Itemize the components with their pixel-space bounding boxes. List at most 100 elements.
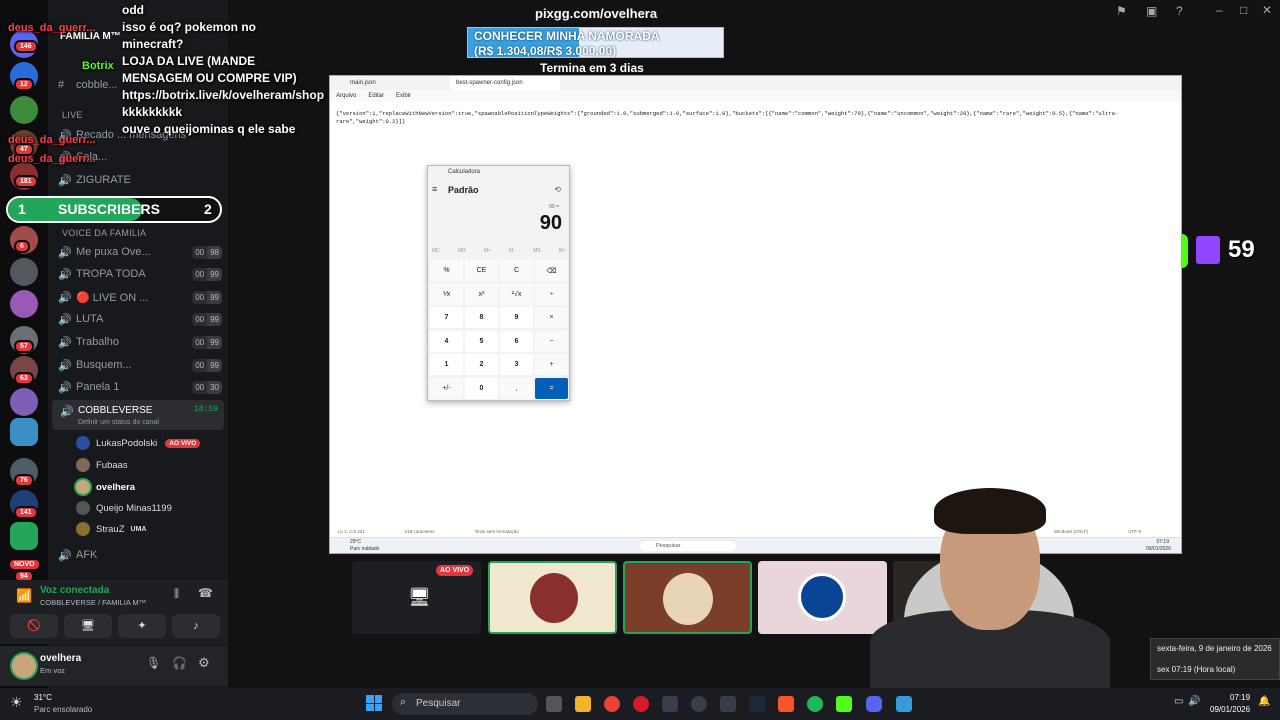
voice-channel-afk[interactable]: 🔊 AFK	[58, 545, 222, 565]
calc-key[interactable]: 2	[465, 354, 498, 375]
calc-key[interactable]: 7	[430, 307, 463, 328]
category-live[interactable]: LIVE	[62, 110, 83, 120]
calc-key[interactable]: ²√x	[500, 283, 533, 305]
calc-key[interactable]: 0	[465, 377, 498, 399]
notepad-icon[interactable]	[896, 696, 912, 712]
voice-path[interactable]: COBBLEVERSE / FAMILIA M™	[40, 598, 146, 607]
calc-key[interactable]: 4	[430, 330, 463, 352]
voice-channel[interactable]: 🔊 Me puxa Ove... 00 98	[58, 242, 222, 262]
minimize-icon[interactable]: –	[1216, 3, 1223, 17]
memory-button[interactable]: MS	[533, 248, 541, 256]
gear-icon[interactable]: ⚙	[198, 655, 210, 671]
channel-status[interactable]: Definir um status do canal	[78, 419, 159, 426]
calc-key[interactable]: CE	[465, 260, 498, 281]
server-icon[interactable]	[10, 388, 38, 416]
tab-spawner-config[interactable]: best-spawner-config.json	[450, 76, 560, 90]
calc-key[interactable]: C	[500, 260, 533, 281]
steam-icon[interactable]	[749, 696, 765, 712]
notepad-content[interactable]: {"version":1,"replaceWithNewVersion":tru…	[330, 102, 1181, 134]
menu-edit[interactable]: Editar	[368, 93, 384, 99]
obs-icon[interactable]	[691, 696, 707, 712]
calc-key[interactable]: +/-	[430, 377, 463, 399]
voice-channel[interactable]: 🔊 TROPA TODA 00 99	[58, 264, 222, 284]
search-input[interactable]: Pesquisar	[640, 541, 736, 551]
voice-channel[interactable]: 🔊 Busquem... 00 99	[58, 355, 222, 375]
taskbar-date[interactable]: 09/01/2026	[1210, 705, 1250, 714]
category-voice[interactable]: VOICE DA FAMILIA	[62, 228, 146, 238]
task-view-icon[interactable]	[546, 696, 562, 712]
calc-key[interactable]: %	[430, 260, 463, 281]
hamburger-icon[interactable]: ≡	[432, 184, 437, 194]
file-explorer-icon[interactable]	[575, 696, 591, 712]
calc-key[interactable]: x²	[465, 283, 498, 305]
app-icon[interactable]	[720, 696, 736, 712]
noise-icon[interactable]: ⫼	[174, 588, 179, 601]
memory-button[interactable]: MC	[432, 248, 440, 256]
calc-key[interactable]: 8	[465, 307, 498, 328]
memory-button[interactable]: M+	[484, 248, 491, 256]
opera-icon[interactable]	[633, 696, 649, 712]
voice-user[interactable]: LukasPodolski AO VIVO	[76, 433, 201, 453]
notification-icon[interactable]: 🔔	[1258, 696, 1270, 707]
voice-channel[interactable]: 🔊 LUTA 00 99	[58, 309, 222, 329]
active-voice-channel[interactable]: 🔊 COBBLEVERSE 18:59 Definir um status do…	[52, 400, 224, 430]
headphones-icon[interactable]: 🎧	[172, 656, 187, 670]
menu-file[interactable]: Arquivo	[336, 93, 356, 99]
calc-key[interactable]: 6	[500, 330, 533, 352]
menu-view[interactable]: Exibir	[396, 93, 411, 99]
calc-key[interactable]: 5	[465, 330, 498, 352]
voice-user[interactable]: ovelhera	[76, 477, 135, 497]
calc-key[interactable]: ⌫	[535, 260, 568, 281]
voice-channel[interactable]: 🔊 Trabalho 00 99	[58, 332, 222, 352]
screen-share-tile[interactable]: 🖥 AO VIVO	[352, 561, 481, 634]
calc-key[interactable]: 9	[500, 307, 533, 328]
kick-icon[interactable]	[836, 696, 852, 712]
user-video-tile[interactable]	[623, 561, 752, 634]
server-icon[interactable]	[10, 418, 38, 446]
start-icon[interactable]	[366, 695, 382, 711]
voice-user[interactable]: Queijo Minas1199	[76, 498, 172, 518]
memory-button[interactable]: MR	[458, 248, 466, 256]
calc-key[interactable]: =	[535, 377, 568, 399]
server-icon[interactable]	[10, 258, 38, 286]
voice-user[interactable]: StrauZ UMA	[76, 519, 146, 539]
discord-icon[interactable]	[866, 696, 882, 712]
voice-user[interactable]: Fubaas	[76, 455, 128, 475]
disconnect-icon[interactable]: ☎	[198, 586, 213, 600]
volume-icon[interactable]: 🔊	[1188, 696, 1200, 707]
voice-channel[interactable]: 🔊 Panela 1 00 30	[58, 377, 222, 397]
help-icon[interactable]: ?	[1176, 4, 1183, 18]
inbox-icon[interactable]: ▣	[1146, 4, 1157, 18]
calc-key[interactable]: ⅟x	[430, 283, 463, 305]
brave-icon[interactable]	[778, 696, 794, 712]
microphone-icon[interactable]: 🎙	[146, 656, 161, 670]
calc-key[interactable]: ×	[535, 307, 568, 328]
spotify-icon[interactable]	[807, 696, 823, 712]
voice-channel[interactable]: 🔊 🔴 LIVE ON ... 00 99	[58, 287, 222, 307]
server-icon[interactable]	[10, 96, 38, 124]
taskbar-time[interactable]: 07:19	[1230, 693, 1250, 702]
flag-icon[interactable]: ⚑	[1116, 4, 1127, 18]
user-video-tile[interactable]	[488, 561, 617, 634]
close-icon[interactable]: ✕	[1262, 3, 1272, 17]
server-icon[interactable]	[10, 290, 38, 318]
tab-main-json[interactable]: main.json	[350, 80, 450, 86]
calc-key[interactable]: −	[535, 330, 568, 352]
voice-channel[interactable]: 🔊 ZIGURATE	[58, 170, 222, 190]
activities-button[interactable]: ✦	[118, 614, 166, 638]
camera-off-button[interactable]: 🚫	[10, 614, 58, 638]
avatar[interactable]	[12, 654, 36, 678]
server-icon[interactable]	[10, 522, 38, 550]
search-box[interactable]: ⌕ Pesquisar	[392, 693, 538, 715]
weather-icon[interactable]: ☀	[10, 694, 23, 711]
memory-button[interactable]: M-	[509, 248, 515, 256]
memory-button[interactable]: M~	[559, 248, 566, 256]
calc-key[interactable]: 3	[500, 354, 533, 375]
app-icon[interactable]	[662, 696, 678, 712]
maximize-icon[interactable]: □	[1240, 3, 1247, 17]
soundboard-button[interactable]: ♪	[172, 614, 220, 638]
calc-key[interactable]: ÷	[535, 283, 568, 305]
history-icon[interactable]: ⟲	[554, 185, 561, 194]
chrome-icon[interactable]	[604, 696, 620, 712]
network-icon[interactable]: ▭	[1174, 696, 1183, 707]
